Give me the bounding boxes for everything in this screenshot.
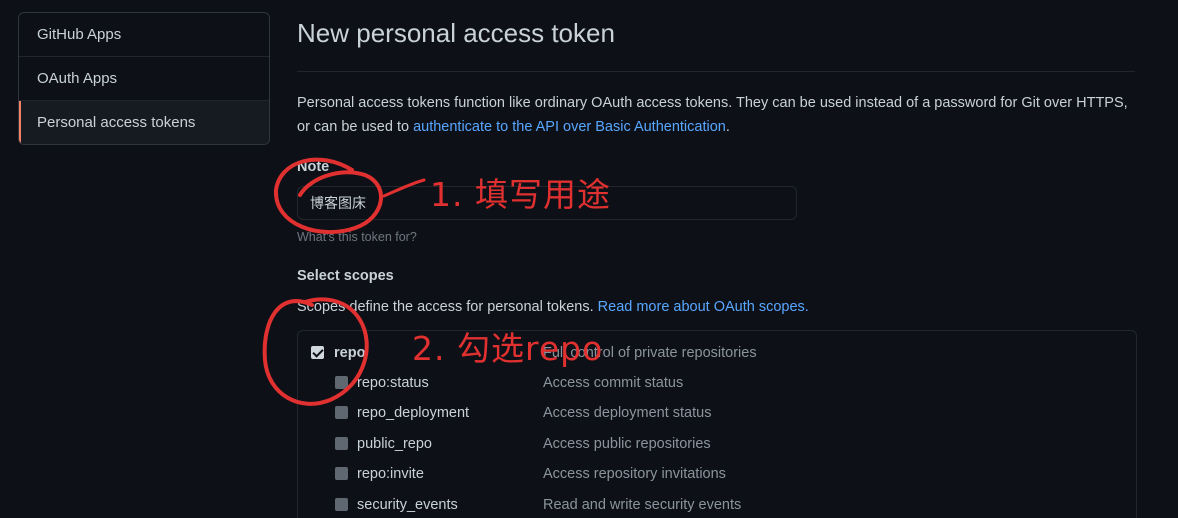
repo-deployment-checkbox[interactable] <box>335 406 348 419</box>
scope-desc: Access deployment status <box>543 405 712 421</box>
repo-status-checkbox[interactable] <box>335 376 348 389</box>
scope-desc: Access repository invitations <box>543 466 726 482</box>
scopes-desc-text: Scopes define the access for personal to… <box>297 299 598 315</box>
scope-name: public_repo <box>357 436 432 452</box>
annotation-step1: 1. 填写用途 <box>430 175 611 214</box>
annotation-step2: 2. 勾选repo <box>412 329 604 368</box>
repo-invite-checkbox[interactable] <box>335 467 348 480</box>
public-repo-checkbox[interactable] <box>335 437 348 450</box>
sidebar-item-personal-access-tokens[interactable]: Personal access tokens <box>19 101 269 144</box>
intro-paragraph: Personal access tokens function like ord… <box>297 91 1142 139</box>
oauth-scopes-link[interactable]: Read more about OAuth scopes. <box>598 299 809 315</box>
scopes-description: Scopes define the access for personal to… <box>297 299 809 315</box>
note-label: Note <box>297 159 330 175</box>
developer-settings-sidebar: GitHub Apps OAuth Apps Personal access t… <box>18 12 270 145</box>
scope-desc: Access commit status <box>543 375 684 391</box>
basic-auth-link[interactable]: authenticate to the API over Basic Authe… <box>413 119 726 135</box>
note-hint: What's this token for? <box>297 230 417 244</box>
scope-name: repo:status <box>357 375 429 391</box>
scope-name: repo <box>334 345 366 361</box>
sidebar-item-oauth-apps[interactable]: OAuth Apps <box>19 57 269 101</box>
scope-name: repo_deployment <box>357 405 470 421</box>
security-events-checkbox[interactable] <box>335 498 348 511</box>
intro-end: . <box>725 119 730 135</box>
page-title: New personal access token <box>297 18 615 48</box>
title-divider <box>297 71 1135 72</box>
repo-checkbox[interactable] <box>311 346 324 359</box>
scope-name: security_events <box>357 497 458 513</box>
scope-desc: Read and write security events <box>543 497 742 513</box>
sidebar-item-github-apps[interactable]: GitHub Apps <box>19 13 269 57</box>
scopes-label: Select scopes <box>297 268 394 284</box>
scope-desc: Access public repositories <box>543 436 711 452</box>
scope-name: repo:invite <box>357 466 424 482</box>
settings-page: GitHub Apps OAuth Apps Personal access t… <box>0 0 1178 518</box>
